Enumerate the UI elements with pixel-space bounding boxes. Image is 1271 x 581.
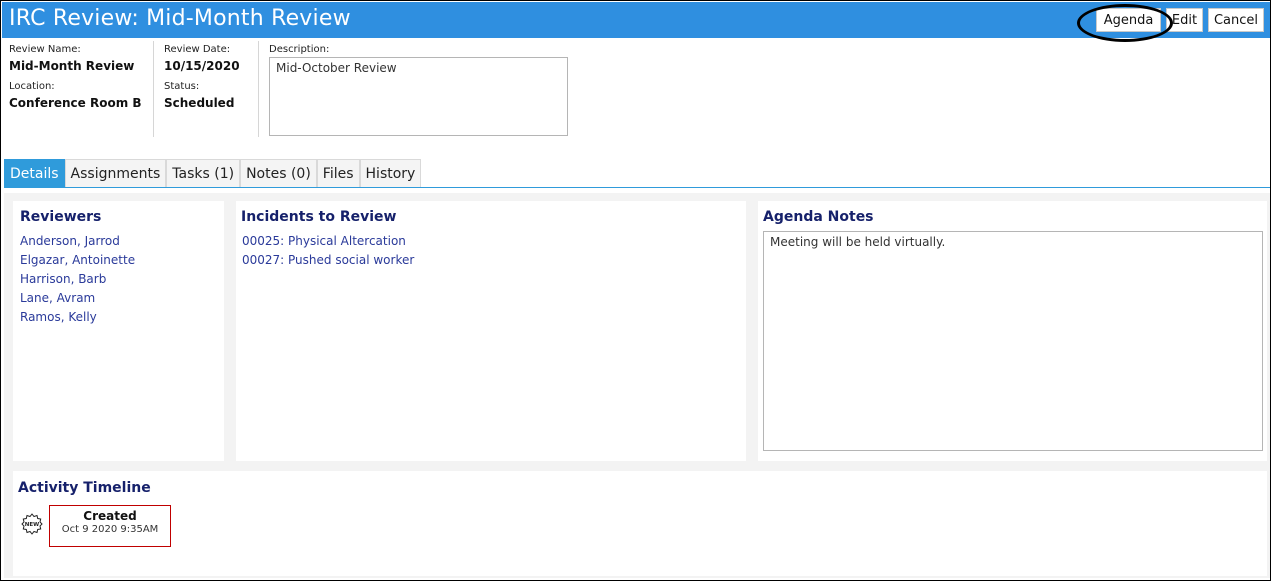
review-date-value: 10/15/2020	[164, 59, 240, 73]
reviewer-link[interactable]: Harrison, Barb	[20, 272, 106, 286]
location-value: Conference Room B	[9, 96, 142, 110]
tab-bar: Details Assignments Tasks (1) Notes (0) …	[4, 159, 422, 187]
event-timestamp: Oct 9 2020 9:35AM	[61, 524, 159, 535]
edit-button[interactable]: Edit	[1166, 8, 1203, 32]
tab-files[interactable]: Files	[316, 159, 360, 187]
review-date-label: Review Date:	[164, 44, 231, 55]
reviewers-title: Reviewers	[20, 209, 102, 225]
location-label: Location:	[9, 81, 55, 92]
reviewer-link[interactable]: Ramos, Kelly	[20, 310, 97, 324]
timeline-event: Created Oct 9 2020 9:35AM	[49, 505, 171, 547]
svg-text:NEW: NEW	[25, 522, 39, 528]
tab-underline	[4, 187, 1270, 188]
tab-assignments[interactable]: Assignments	[64, 159, 167, 187]
incident-link[interactable]: 00027: Pushed social worker	[242, 253, 414, 267]
agenda-button[interactable]: Agenda	[1096, 8, 1161, 32]
incident-link[interactable]: 00025: Physical Altercation	[242, 234, 406, 248]
tab-history[interactable]: History	[359, 159, 422, 187]
description-field[interactable]: Mid-October Review	[269, 57, 568, 136]
info-divider	[258, 41, 259, 137]
page-frame: IRC Review: Mid-Month Review Agenda Edit…	[0, 0, 1271, 581]
status-label: Status:	[164, 81, 200, 92]
agenda-notes-title: Agenda Notes	[763, 209, 874, 225]
activity-timeline-title: Activity Timeline	[18, 480, 151, 496]
review-name-label: Review Name:	[9, 44, 81, 55]
title-bar: IRC Review: Mid-Month Review	[2, 2, 1270, 38]
status-value: Scheduled	[164, 96, 235, 110]
page-title: IRC Review: Mid-Month Review	[9, 6, 351, 31]
info-divider	[153, 41, 154, 137]
activity-timeline-panel	[13, 471, 1267, 576]
tab-details[interactable]: Details	[4, 159, 65, 187]
new-badge-icon: NEW	[21, 513, 43, 535]
review-name-value: Mid-Month Review	[9, 59, 135, 73]
cancel-button[interactable]: Cancel	[1208, 8, 1264, 32]
tab-notes[interactable]: Notes (0)	[240, 159, 317, 187]
reviewer-link[interactable]: Elgazar, Antoinette	[20, 253, 135, 267]
incidents-title: Incidents to Review	[241, 209, 397, 225]
description-label: Description:	[269, 44, 330, 55]
event-title: Created	[83, 509, 137, 523]
reviewer-link[interactable]: Lane, Avram	[20, 291, 95, 305]
tab-tasks[interactable]: Tasks (1)	[166, 159, 241, 187]
agenda-notes-field[interactable]: Meeting will be held virtually.	[763, 231, 1263, 451]
reviewer-link[interactable]: Anderson, Jarrod	[20, 234, 120, 248]
